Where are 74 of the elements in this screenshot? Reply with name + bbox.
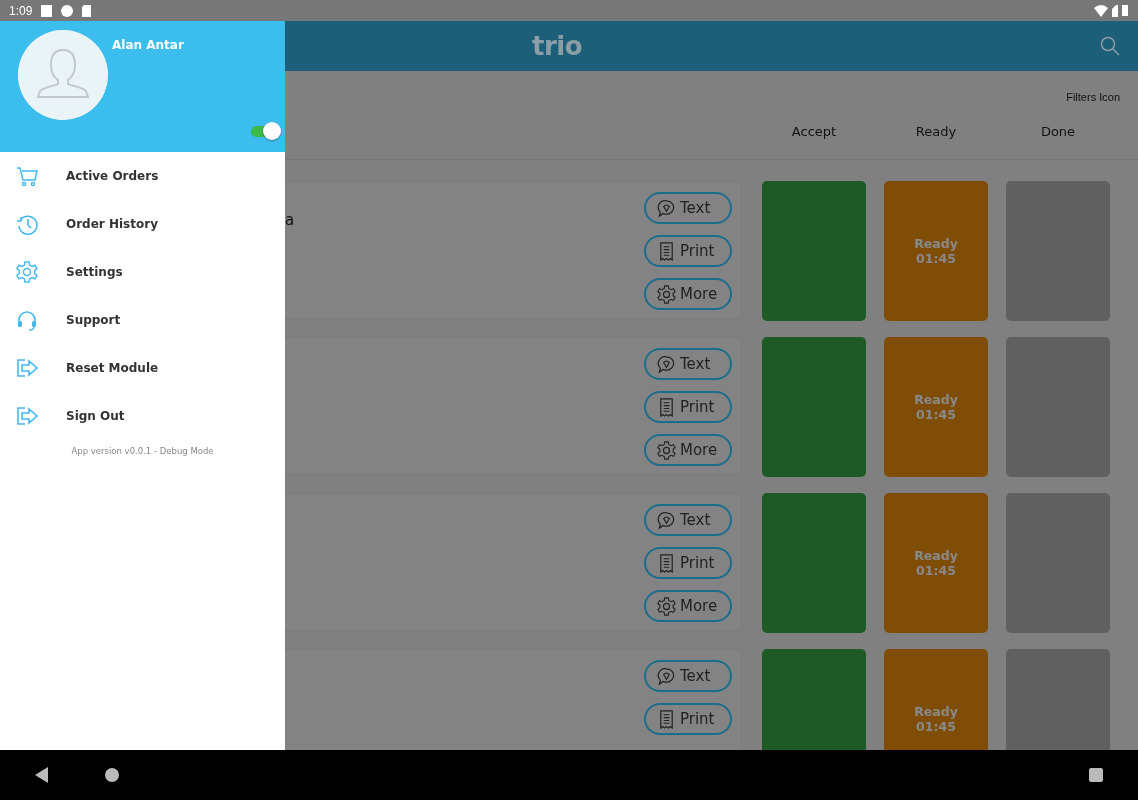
action-button[interactable]: Print [644, 235, 732, 267]
back-icon[interactable] [35, 767, 49, 783]
action-button[interactable]: More [644, 278, 732, 310]
column-heading: Done [1039, 124, 1077, 139]
settings-icon [16, 261, 38, 283]
receipt-icon [657, 553, 676, 573]
accept-tile[interactable] [762, 181, 866, 321]
menu-item[interactable]: Reset Module [0, 344, 285, 392]
menu-item[interactable]: Support [0, 296, 285, 344]
signal-icon [1112, 4, 1118, 17]
history-icon [16, 213, 38, 235]
wifi-icon [1094, 4, 1108, 17]
online-toggle[interactable] [251, 122, 281, 140]
battery-icon [1122, 5, 1128, 16]
headset-icon [16, 309, 38, 331]
action-button[interactable]: Text [644, 192, 732, 224]
action-button[interactable]: More [644, 434, 732, 466]
chat-icon [657, 198, 676, 218]
column-heading: Ready [914, 124, 958, 139]
done-tile[interactable] [1006, 181, 1110, 321]
action-button[interactable]: Print [644, 391, 732, 423]
order-card[interactable]: Text Print More [285, 337, 742, 475]
accept-tile[interactable] [762, 337, 866, 477]
order-card[interactable]: a Text Print More [285, 181, 742, 319]
tile-status: Ready [914, 704, 958, 719]
sd-card-icon [82, 4, 92, 17]
action-button[interactable]: Text [644, 660, 732, 692]
order-title: a [285, 211, 295, 229]
receipt-icon [657, 397, 676, 417]
receipt-icon [657, 709, 676, 729]
logo: trio [532, 31, 583, 61]
chat-icon [657, 666, 676, 686]
menu-item[interactable]: Settings [0, 248, 285, 296]
tile-status: Ready [914, 392, 958, 407]
tile-status: Ready [914, 236, 958, 251]
menu-item[interactable]: Sign Out [0, 392, 285, 440]
tile-timer: 01:45 [916, 251, 956, 266]
action-button[interactable]: Print [644, 703, 732, 735]
cart-icon [16, 165, 38, 187]
notification-icon [41, 4, 53, 17]
settings-icon [657, 596, 676, 616]
tile-timer: 01:45 [916, 407, 956, 422]
accept-tile[interactable] [762, 493, 866, 633]
settings-icon [657, 440, 676, 460]
filters-label[interactable]: Filters Icon [1066, 91, 1120, 103]
notification-icon [61, 4, 74, 17]
done-tile[interactable] [1006, 337, 1110, 477]
user-name: Alan Antar [112, 38, 184, 52]
tile-timer: 01:45 [916, 563, 956, 578]
done-tile[interactable] [1006, 493, 1110, 633]
tile-status: Ready [914, 548, 958, 563]
accept-tile[interactable] [762, 649, 866, 750]
app-version: App version v0.0.1 - Debug Mode [71, 446, 214, 456]
action-button[interactable]: Print [644, 547, 732, 579]
chat-icon [657, 354, 676, 374]
receipt-icon [657, 241, 676, 261]
search-icon[interactable] [1100, 36, 1120, 56]
order-card[interactable]: Text Print [285, 649, 742, 750]
home-icon[interactable] [105, 768, 119, 782]
clock: 1:09 [9, 3, 33, 18]
recents-icon[interactable] [1089, 768, 1103, 782]
exit-icon [16, 405, 38, 427]
done-tile[interactable] [1006, 649, 1110, 750]
menu-item[interactable]: Order History [0, 200, 285, 248]
action-button[interactable]: More [644, 590, 732, 622]
chat-icon [657, 510, 676, 530]
menu-item[interactable]: Active Orders [0, 152, 285, 200]
column-heading: Accept [790, 124, 838, 139]
exit-icon [16, 357, 38, 379]
settings-icon [657, 284, 676, 304]
action-button[interactable]: Text [644, 348, 732, 380]
tile-timer: 01:45 [916, 719, 956, 734]
order-card[interactable]: Text Print More [285, 493, 742, 631]
action-button[interactable]: Text [644, 504, 732, 536]
